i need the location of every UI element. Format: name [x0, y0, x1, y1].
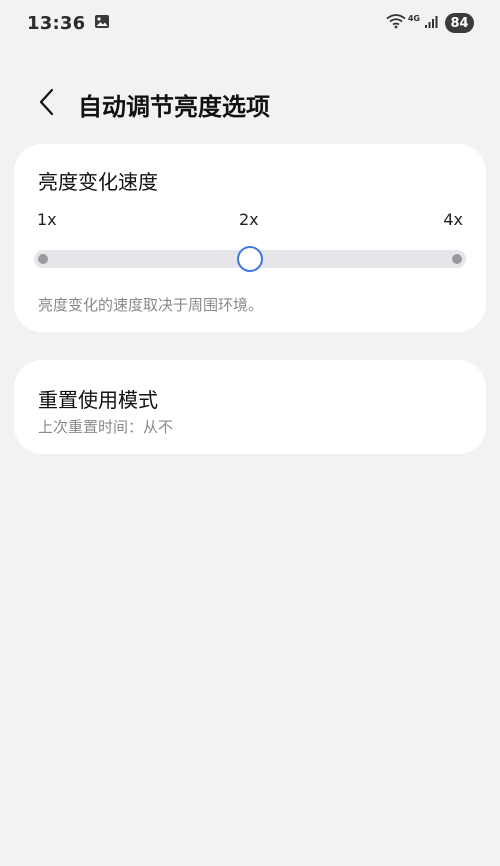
brightness-speed-slider[interactable]: [34, 246, 466, 272]
page-title: 自动调节亮度选项: [78, 92, 270, 121]
back-button[interactable]: [30, 82, 64, 126]
battery-indicator: 84: [445, 13, 474, 33]
status-right: 4G 84: [386, 13, 474, 33]
slider-end-dot: [452, 254, 462, 264]
wifi-icon: [386, 13, 406, 33]
slider-tick-2x: 2x: [239, 210, 259, 229]
slider-start-dot: [38, 254, 48, 264]
slider-tick-1x: 1x: [37, 210, 57, 229]
app-header: 自动调节亮度选项: [0, 78, 500, 130]
chevron-left-icon: [38, 88, 56, 120]
slider-tick-4x: 4x: [443, 210, 463, 229]
brightness-speed-card: 亮度变化速度 1x 2x 4x 亮度变化的速度取决于周围环境。: [14, 144, 486, 332]
reset-usage-pattern-button[interactable]: 重置使用模式 上次重置时间：从不: [14, 360, 486, 454]
status-left: 13:36: [27, 13, 110, 34]
screen: 13:36 4G 84 自动调节亮度选项 亮度变化速度 1x 2x 4x 亮度变…: [0, 0, 500, 866]
slider-thumb[interactable]: [237, 246, 263, 272]
reset-usage-pattern-title: 重置使用模式: [38, 388, 158, 412]
image-icon: [94, 14, 110, 33]
brightness-speed-description: 亮度变化的速度取决于周围环境。: [38, 296, 264, 314]
signal-icon: [424, 14, 438, 33]
brightness-speed-title: 亮度变化速度: [38, 170, 158, 194]
status-time: 13:36: [27, 12, 86, 34]
network-type-label: 4G: [407, 13, 420, 23]
status-bar: 13:36 4G 84: [0, 0, 500, 46]
last-reset-time: 上次重置时间：从不: [38, 418, 174, 436]
